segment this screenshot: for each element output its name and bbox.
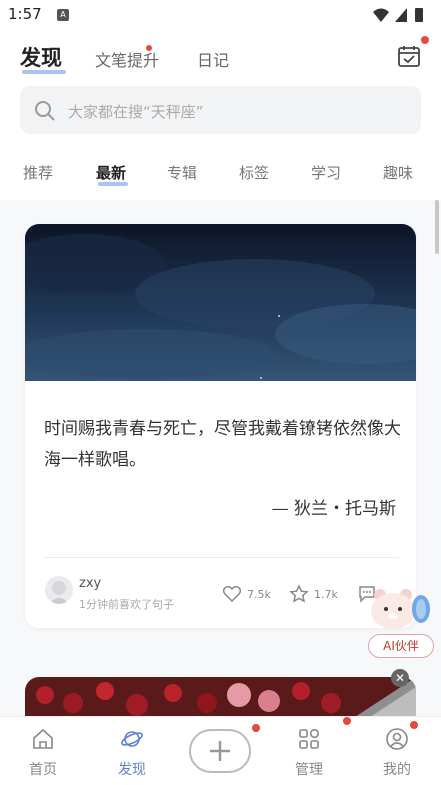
quote-author: — 狄兰・托马斯 [271, 499, 396, 519]
tab-album[interactable]: 专辑 [167, 162, 197, 183]
nav-mine[interactable]: 我的 [362, 717, 432, 785]
notification-icon: A [57, 9, 69, 21]
latest-tab-underline [98, 182, 128, 186]
tab-diary[interactable]: 日记 [197, 47, 229, 71]
tab-tags[interactable]: 标签 [239, 162, 269, 183]
ai-companion-bear-icon[interactable] [366, 585, 432, 635]
publish-button[interactable] [189, 729, 251, 773]
manage-dot [343, 717, 351, 725]
writing-tab-dot [146, 45, 152, 51]
nav-home[interactable]: 首页 [8, 717, 78, 785]
status-time: 1:57 [8, 5, 42, 23]
profile-icon [386, 728, 408, 750]
search-area: 大家都在搜“天秤座” [0, 82, 441, 142]
search-placeholder: 大家都在搜“天秤座” [68, 103, 204, 121]
ai-companion-button[interactable]: AI伙伴 [368, 634, 434, 658]
calendar-icon[interactable] [397, 44, 421, 68]
sentence-card-next[interactable] [25, 677, 416, 717]
publish-dot [252, 724, 260, 732]
search-bar[interactable]: 大家都在搜“天秤座” [20, 86, 421, 134]
category-tabs: 推荐 最新 专辑 标签 学习 趣味 [0, 142, 441, 200]
username[interactable]: zxy [79, 576, 101, 591]
tab-study[interactable]: 学习 [311, 162, 341, 183]
nav-manage[interactable]: 管理 [274, 717, 344, 785]
activity-text: 1分钟前喜欢了句子 [79, 598, 174, 611]
like-count: 7.5k [247, 588, 271, 601]
nav-discover-label: 发现 [118, 762, 146, 778]
status-icons [373, 8, 423, 22]
nav-mine-label: 我的 [383, 762, 411, 778]
plus-icon [210, 741, 230, 761]
tab-discover[interactable]: 发现 [20, 42, 62, 72]
tab-latest[interactable]: 最新 [96, 162, 126, 183]
card-image-roses [25, 677, 416, 717]
avatar-image [49, 581, 69, 604]
search-icon [35, 101, 55, 121]
calendar-dot [421, 36, 429, 44]
heart-icon[interactable] [222, 584, 242, 604]
star-icon[interactable] [289, 584, 309, 604]
favorite-count: 1.7k [314, 588, 338, 601]
sentence-card[interactable]: 时间赐我青春与死亡，尽管我戴着镣铐依然像大海一样歌唱。 — 狄兰・托马斯 zxy… [25, 224, 416, 628]
scrollbar[interactable] [435, 200, 439, 254]
status-bar: 1:57 A [0, 0, 441, 30]
home-icon [33, 728, 53, 749]
quote-text: 时间赐我青春与死亡，尽管我戴着镣铐依然像大海一样歌唱。 [44, 419, 401, 470]
tab-discover-underline [22, 70, 66, 74]
nav-home-label: 首页 [29, 762, 57, 778]
mine-dot [410, 721, 418, 729]
nav-discover[interactable]: 发现 [97, 717, 167, 785]
card-divider [44, 557, 399, 558]
planet-icon [121, 731, 143, 747]
tab-recommend[interactable]: 推荐 [23, 162, 53, 183]
card-image [25, 224, 416, 381]
close-icon[interactable]: ✕ [391, 669, 409, 687]
avatar[interactable] [45, 576, 73, 604]
top-header: 发现 文笔提升 日记 [0, 30, 441, 82]
tab-fun[interactable]: 趣味 [383, 162, 413, 183]
grid-icon [299, 728, 320, 749]
nav-manage-label: 管理 [295, 762, 323, 778]
